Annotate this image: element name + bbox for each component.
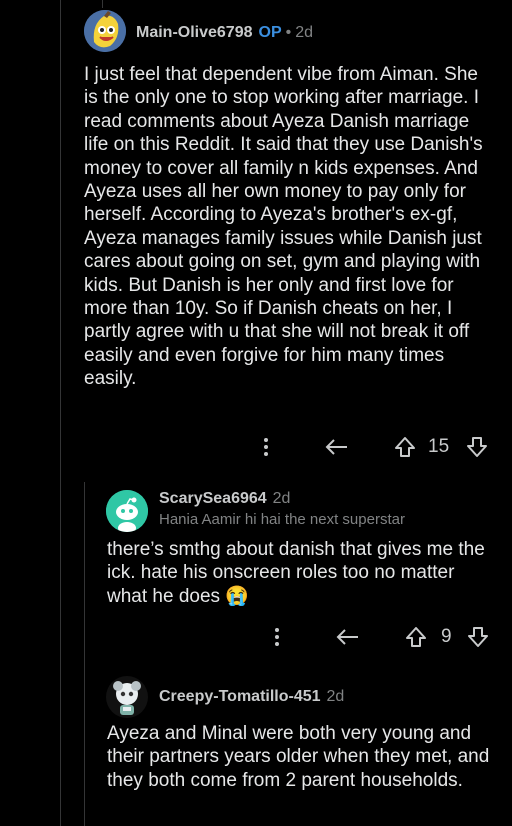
upvote-arrow-icon bbox=[406, 627, 426, 647]
separator-dot: • bbox=[285, 24, 292, 41]
downvote-button[interactable] bbox=[464, 432, 490, 462]
reply-arrow-icon bbox=[336, 629, 358, 645]
thread-line-top bbox=[102, 0, 103, 8]
timestamp: 2d bbox=[295, 24, 314, 41]
username[interactable]: Main-Olive6798 bbox=[136, 24, 253, 41]
snoo-banana-avatar-icon bbox=[84, 10, 126, 52]
downvote-arrow-icon bbox=[468, 627, 488, 647]
thread-line-root bbox=[60, 0, 61, 826]
comment-body: Ayeza and Minal were both very young and… bbox=[107, 723, 490, 791]
snoo-default-avatar-icon bbox=[106, 490, 148, 532]
comment-body: there’s smthg about danish that gives me… bbox=[107, 539, 485, 607]
reply-arrow-icon bbox=[325, 439, 347, 455]
comment-header: Creepy-Tomatillo-451 2d bbox=[159, 688, 344, 706]
more-options-button[interactable] bbox=[267, 622, 287, 652]
more-vertical-icon bbox=[264, 438, 268, 456]
more-vertical-icon bbox=[275, 628, 279, 646]
upvote-arrow-icon bbox=[395, 437, 415, 457]
downvote-button[interactable] bbox=[465, 622, 491, 652]
upvote-button[interactable] bbox=[392, 432, 418, 462]
user-flair: Hania Aamir hi hai the next superstar bbox=[159, 511, 405, 528]
upvote-button[interactable] bbox=[403, 622, 429, 652]
downvote-arrow-icon bbox=[467, 437, 487, 457]
reply-button[interactable] bbox=[322, 432, 352, 462]
reply-button[interactable] bbox=[333, 622, 363, 652]
username[interactable]: ScarySea6964 bbox=[159, 490, 267, 507]
username[interactable]: Creepy-Tomatillo-451 bbox=[159, 688, 321, 705]
comment-header: ScarySea6964 2d bbox=[159, 490, 290, 508]
vote-count: 9 bbox=[441, 626, 452, 647]
avatar[interactable] bbox=[106, 490, 148, 532]
thread-line-reply bbox=[84, 482, 85, 826]
timestamp: 2d bbox=[326, 688, 345, 705]
comment-body: I just feel that dependent vibe from Aim… bbox=[84, 64, 483, 390]
avatar[interactable] bbox=[106, 676, 148, 718]
comment-header: Main-Olive6798 OP • 2d bbox=[136, 24, 313, 42]
avatar[interactable] bbox=[84, 10, 126, 52]
op-badge: OP bbox=[258, 24, 282, 41]
snoo-robot-avatar-icon bbox=[106, 676, 148, 718]
timestamp: 2d bbox=[272, 490, 291, 507]
vote-count: 15 bbox=[428, 436, 450, 457]
more-options-button[interactable] bbox=[256, 432, 276, 462]
comment-actions: 9 bbox=[265, 622, 505, 652]
comment-actions: 15 bbox=[250, 432, 500, 462]
